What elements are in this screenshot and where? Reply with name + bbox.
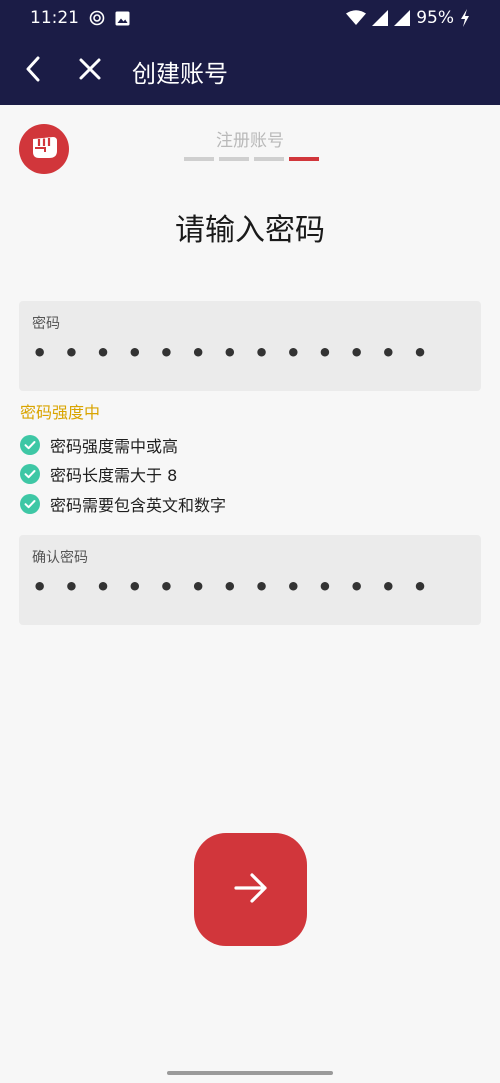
step-segment xyxy=(219,157,249,161)
next-button[interactable] xyxy=(194,833,307,946)
list-item: 密码需要包含英文和数字 xyxy=(20,489,226,519)
password-strength: 密码强度中 xyxy=(20,403,101,422)
charging-bolt-icon xyxy=(460,9,470,27)
page-heading: 请输入密码 xyxy=(175,213,325,248)
list-item: 密码强度需中或高 xyxy=(20,430,226,460)
back-button[interactable] xyxy=(14,51,54,91)
page-title: 创建账号 xyxy=(132,60,228,88)
step-segment xyxy=(184,157,214,161)
check-circle-icon xyxy=(20,464,40,485)
status-time: 11:21 xyxy=(30,8,79,28)
battery-percent: 95% xyxy=(416,8,454,28)
step-segment xyxy=(254,157,284,161)
step-label: 注册账号 xyxy=(216,131,284,151)
rule-text: 密码强度需中或高 xyxy=(50,436,179,456)
list-item: 密码长度需大于 8 xyxy=(20,460,226,490)
home-indicator[interactable] xyxy=(167,1071,333,1075)
check-circle-icon xyxy=(20,493,40,514)
password-value[interactable]: • • • • • • • • • • • • • xyxy=(32,339,432,367)
confirm-password-field[interactable]: 确认密码 • • • • • • • • • • • • • xyxy=(19,535,481,625)
step-progress xyxy=(184,157,319,161)
rule-text: 密码长度需大于 8 xyxy=(50,466,178,486)
step-segment xyxy=(289,157,319,161)
password-field[interactable]: 密码 • • • • • • • • • • • • • xyxy=(19,301,481,391)
close-button[interactable] xyxy=(70,51,110,91)
top-header: 11:21 95% 创建账号 xyxy=(0,0,500,105)
check-circle-icon xyxy=(20,434,40,455)
close-icon xyxy=(78,57,102,85)
rule-text: 密码需要包含英文和数字 xyxy=(50,495,227,515)
signal-icon xyxy=(372,10,389,26)
password-rules: 密码强度需中或高 密码长度需大于 8 密码需要包含英文和数字 xyxy=(20,430,226,519)
arrow-right-icon xyxy=(233,872,269,908)
password-label: 密码 xyxy=(32,316,60,332)
back-arrow-icon xyxy=(23,56,45,86)
status-bar: 11:21 95% xyxy=(0,0,500,36)
target-icon xyxy=(89,10,105,26)
signal-icon xyxy=(394,10,411,26)
confirm-password-value[interactable]: • • • • • • • • • • • • • xyxy=(32,573,432,601)
wifi-icon xyxy=(346,10,367,26)
app-bar: 创建账号 xyxy=(0,40,500,102)
image-icon xyxy=(115,11,130,26)
confirm-password-label: 确认密码 xyxy=(32,550,88,566)
